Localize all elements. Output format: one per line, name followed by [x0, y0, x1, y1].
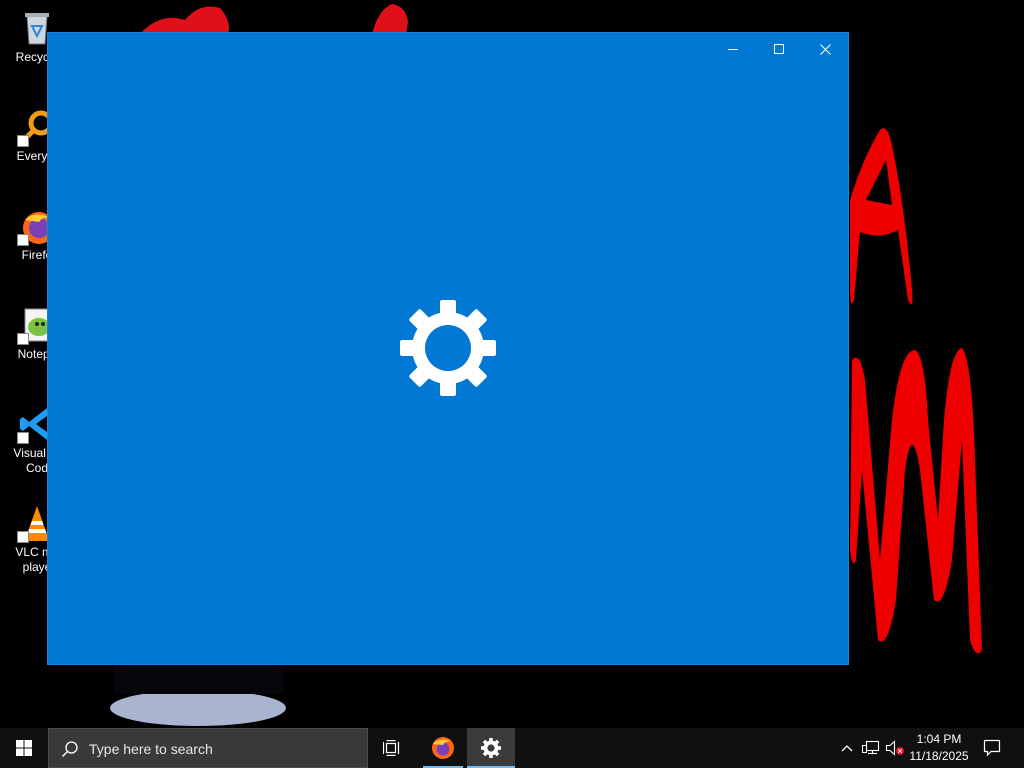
shortcut-arrow-icon [17, 135, 29, 147]
shortcut-arrow-icon [17, 234, 29, 246]
start-button[interactable] [0, 728, 48, 768]
desktop: Recycle Everyth Firefo Notepa Visual Cod… [0, 0, 1024, 728]
settings-taskbar-button[interactable] [467, 728, 515, 768]
taskbar: Type here to search 1:04 PM 11/18/2025 [0, 728, 1024, 768]
clock-time: 1:04 PM [916, 732, 962, 746]
minimize-icon [728, 49, 738, 50]
clock[interactable]: 1:04 PM 11/18/2025 [904, 731, 974, 765]
task-view-icon [383, 740, 400, 756]
settings-window[interactable] [48, 33, 848, 664]
maximize-icon [774, 44, 784, 54]
windows-logo-icon [16, 740, 32, 756]
minimize-button[interactable] [710, 33, 756, 65]
clock-date: 11/18/2025 [909, 749, 969, 763]
search-icon [62, 741, 78, 757]
shortcut-arrow-icon [17, 432, 29, 444]
search-placeholder: Type here to search [89, 741, 213, 757]
chevron-up-icon [841, 745, 853, 752]
volume-muted-icon [885, 740, 904, 756]
shortcut-arrow-icon [17, 333, 29, 345]
gear-icon [481, 738, 501, 758]
network-button[interactable] [860, 728, 882, 768]
shortcut-arrow-icon [17, 531, 29, 543]
network-icon [862, 740, 880, 755]
close-icon [819, 43, 831, 55]
notification-button[interactable] [974, 728, 1010, 768]
search-input[interactable]: Type here to search [48, 728, 368, 768]
maximize-button[interactable] [756, 33, 802, 65]
gear-icon [400, 300, 496, 396]
task-view-button[interactable] [368, 728, 416, 768]
firefox-taskbar-button[interactable] [419, 728, 467, 768]
volume-button[interactable] [884, 728, 906, 768]
close-button[interactable] [802, 33, 848, 65]
notification-icon [983, 739, 1001, 757]
firefox-icon [432, 737, 454, 759]
show-hidden-icons-button[interactable] [838, 728, 856, 768]
